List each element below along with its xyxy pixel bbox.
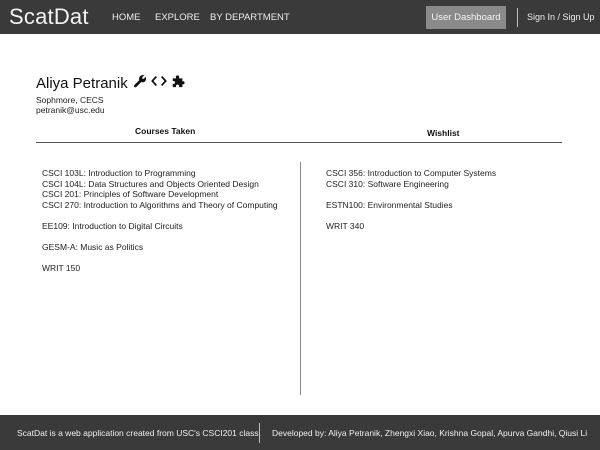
tab-courses-taken[interactable]: Courses Taken xyxy=(135,126,195,136)
header-rule xyxy=(36,142,562,143)
footer-developers: Developed by: Aliya Petranik, Zhengxi Xi… xyxy=(272,428,588,438)
nav-explore[interactable]: EXPLORE xyxy=(155,12,200,23)
nav-home[interactable]: HOME xyxy=(112,12,141,23)
list-item[interactable]: EE109: Introduction to Digital Circuits xyxy=(42,221,278,232)
user-dashboard-button[interactable]: User Dashboard xyxy=(426,6,506,29)
profile-icons xyxy=(133,74,185,88)
signin-link[interactable]: Sign In / Sign Up xyxy=(527,12,595,22)
profile-email: petranik@usc.edu xyxy=(36,105,105,115)
footer: ScatDat is a web application created fro… xyxy=(0,415,600,450)
profile-name: Aliya Petranik xyxy=(36,75,128,92)
column-divider xyxy=(300,162,301,395)
tab-wishlist[interactable]: Wishlist xyxy=(427,128,460,138)
navbar: ScatDat HOME EXPLORE BY DEPARTMENT User … xyxy=(0,0,600,34)
brand-logo[interactable]: ScatDat xyxy=(9,4,89,30)
footer-divider xyxy=(259,423,260,443)
list-item[interactable]: CSCI 104L: Data Structures and Objects O… xyxy=(42,179,278,190)
nav-divider xyxy=(517,8,518,27)
list-item[interactable]: CSCI 356: Introduction to Computer Syste… xyxy=(326,168,496,179)
list-item[interactable]: WRIT 340 xyxy=(326,221,496,232)
courses-taken-list: CSCI 103L: Introduction to Programming CS… xyxy=(42,168,278,273)
list-item[interactable]: CSCI 103L: Introduction to Programming xyxy=(42,168,278,179)
profile-meta: Sophmore, CECS petranik@usc.edu xyxy=(36,95,105,115)
wrench-icon[interactable] xyxy=(133,74,147,88)
code-icon[interactable] xyxy=(151,74,167,88)
list-item[interactable]: CSCI 201: Principles of Software Develop… xyxy=(42,189,278,200)
footer-about: ScatDat is a web application created fro… xyxy=(17,428,261,438)
profile-class: Sophmore, CECS xyxy=(36,95,104,105)
list-item[interactable]: GESM-A: Music as Politics xyxy=(42,242,278,253)
puzzle-icon[interactable] xyxy=(171,74,185,88)
list-item[interactable]: WRIT 150 xyxy=(42,263,278,274)
list-item[interactable]: ESTN100: Environmental Studies xyxy=(326,200,496,211)
list-item[interactable]: CSCI 270: Introduction to Algorithms and… xyxy=(42,200,278,211)
wishlist-list: CSCI 356: Introduction to Computer Syste… xyxy=(326,168,496,231)
nav-by-department[interactable]: BY DEPARTMENT xyxy=(210,12,290,23)
list-item[interactable]: CSCI 310: Software Engineering xyxy=(326,179,496,190)
